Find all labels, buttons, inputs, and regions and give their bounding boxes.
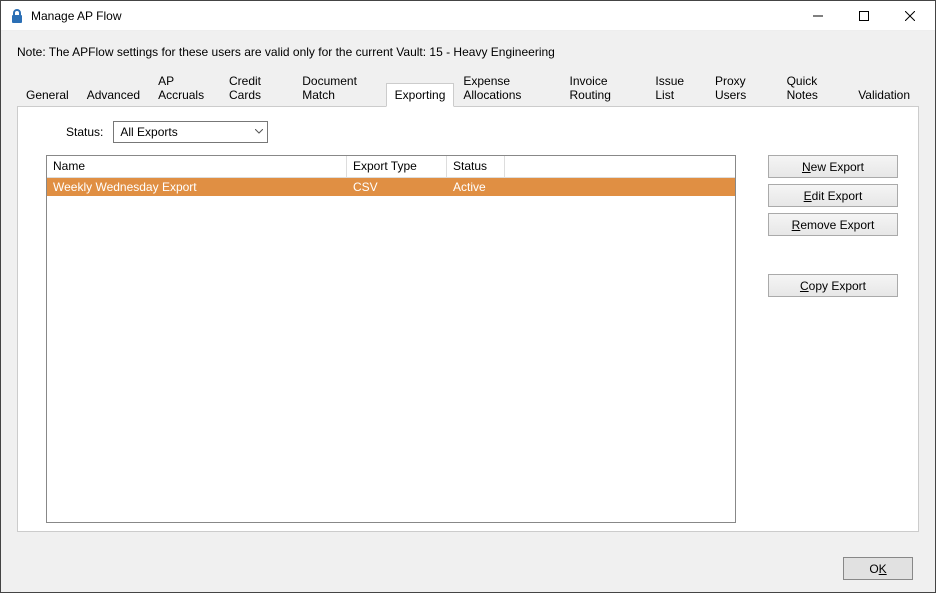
status-dropdown[interactable]: All Exports	[113, 121, 268, 143]
chevron-down-icon	[255, 127, 263, 138]
tab-invoice-routing[interactable]: Invoice Routing	[561, 69, 647, 106]
tab-document-match[interactable]: Document Match	[293, 69, 385, 106]
tab-proxy-users[interactable]: Proxy Users	[706, 69, 778, 106]
status-filter-row: Status: All Exports	[66, 121, 268, 143]
table-header: Name Export Type Status	[47, 156, 735, 178]
ok-button[interactable]: OK	[843, 557, 913, 580]
tab-quick-notes[interactable]: Quick Notes	[778, 69, 850, 106]
tab-credit-cards[interactable]: Credit Cards	[220, 69, 293, 106]
tab-advanced[interactable]: Advanced	[78, 83, 149, 106]
col-status[interactable]: Status	[447, 156, 505, 178]
tab-panel-exporting: Status: All Exports Name Export Type Sta…	[17, 106, 919, 532]
cell-name: Weekly Wednesday Export	[47, 179, 347, 195]
titlebar: Manage AP Flow	[1, 1, 935, 31]
minimize-button[interactable]	[795, 1, 841, 31]
tab-general[interactable]: General	[17, 83, 78, 106]
maximize-button[interactable]	[841, 1, 887, 31]
status-label: Status:	[66, 125, 103, 139]
lock-icon	[9, 8, 25, 24]
tab-issue-list[interactable]: Issue List	[646, 69, 706, 106]
status-dropdown-value: All Exports	[120, 125, 177, 139]
content-area: Note: The APFlow settings for these user…	[1, 31, 935, 592]
col-name[interactable]: Name	[47, 156, 347, 178]
tab-expense-allocations[interactable]: Expense Allocations	[454, 69, 560, 106]
col-export-type[interactable]: Export Type	[347, 156, 447, 178]
window-title: Manage AP Flow	[31, 9, 122, 23]
cell-type: CSV	[347, 179, 447, 195]
tab-strip: General Advanced AP Accruals Credit Card…	[1, 69, 935, 106]
col-filler	[505, 156, 735, 178]
note-text: Note: The APFlow settings for these user…	[1, 31, 935, 69]
new-export-button[interactable]: New Export	[768, 155, 898, 178]
tab-ap-accruals[interactable]: AP Accruals	[149, 69, 220, 106]
exports-table: Name Export Type Status Weekly Wednesday…	[46, 155, 736, 523]
tab-validation[interactable]: Validation	[849, 83, 919, 106]
copy-export-button[interactable]: Copy Export	[768, 274, 898, 297]
tab-exporting[interactable]: Exporting	[386, 83, 455, 107]
side-buttons: New Export Edit Export Remove Export Cop…	[768, 155, 898, 297]
cell-status: Active	[447, 179, 505, 195]
table-row[interactable]: Weekly Wednesday Export CSV Active	[47, 178, 735, 196]
footer: OK	[843, 557, 913, 580]
window-controls	[795, 1, 933, 31]
remove-export-button[interactable]: Remove Export	[768, 213, 898, 236]
close-button[interactable]	[887, 1, 933, 31]
edit-export-button[interactable]: Edit Export	[768, 184, 898, 207]
